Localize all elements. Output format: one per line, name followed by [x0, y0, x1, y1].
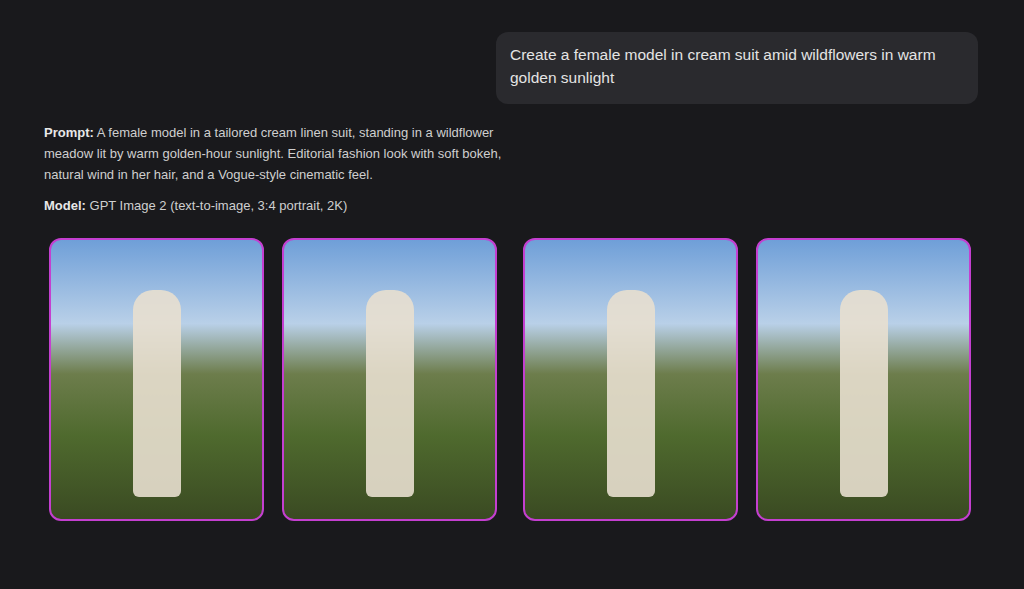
model-figure: [133, 290, 181, 496]
generated-image[interactable]: [523, 238, 738, 521]
model-label: Model:: [44, 198, 86, 213]
prompt-info: Prompt: A female model in a tailored cre…: [44, 122, 514, 216]
model-line: Model: GPT Image 2 (text-to-image, 3:4 p…: [44, 195, 514, 216]
prompt-line: Prompt: A female model in a tailored cre…: [44, 122, 514, 185]
prompt-text: A female model in a tailored cream linen…: [44, 125, 501, 182]
generated-image[interactable]: [282, 238, 497, 521]
message-row: Create a female model in cream suit amid…: [0, 32, 1024, 104]
chat-page: Create a female model in cream suit amid…: [0, 0, 1024, 589]
model-figure: [607, 290, 655, 496]
generated-image[interactable]: [756, 238, 971, 521]
model-text: GPT Image 2 (text-to-image, 3:4 portrait…: [90, 198, 348, 213]
image-grid: [0, 238, 1024, 521]
model-figure: [840, 290, 888, 496]
generated-image[interactable]: [49, 238, 264, 521]
prompt-label: Prompt:: [44, 125, 94, 140]
user-message: Create a female model in cream suit amid…: [496, 32, 978, 104]
model-figure: [366, 290, 414, 496]
